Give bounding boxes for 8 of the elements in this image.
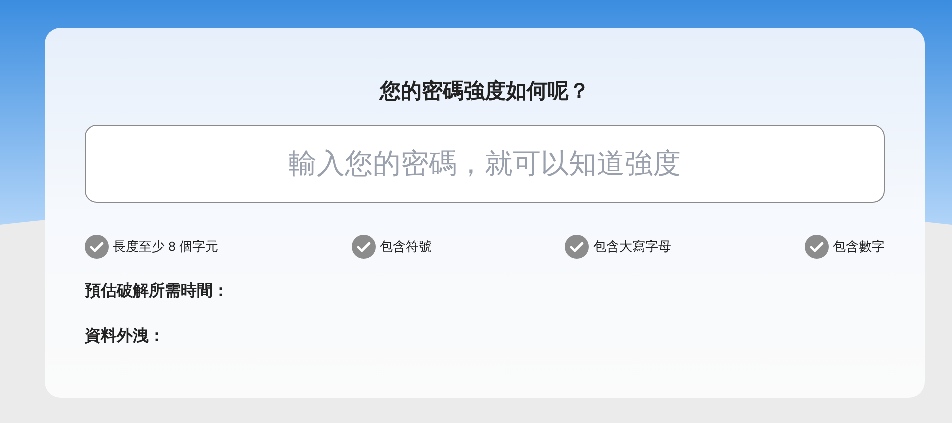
result-label: 預估破解所需時間： bbox=[85, 282, 230, 302]
title: 您的密碼強度如何呢？ bbox=[378, 78, 591, 105]
password-field[interactable]: 輸入您的密碼，就可以知道強度 bbox=[85, 125, 885, 203]
result-label: 資料外洩： bbox=[85, 326, 166, 347]
requirement-label: 包含大寫字母 bbox=[593, 238, 672, 256]
requirement-label: 包含符號 bbox=[380, 238, 432, 256]
requirement-label: 包含數字 bbox=[832, 238, 885, 256]
requirement-label: 長度至少 8 個字元 bbox=[113, 238, 218, 256]
